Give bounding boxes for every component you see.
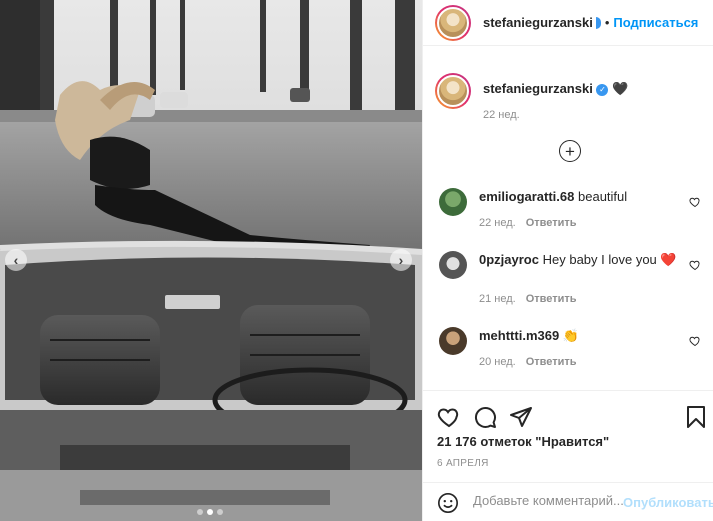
chevron-left-icon: ‹ — [13, 252, 19, 268]
carousel-dots — [197, 509, 223, 515]
plus-circle-icon: + — [565, 141, 575, 161]
comment-time: 20 нед. — [479, 356, 516, 368]
heart-icon[interactable] — [689, 196, 701, 208]
comment-icon[interactable] — [473, 405, 497, 429]
carousel-dot — [217, 509, 223, 515]
author-username[interactable]: stefaniegurzanski — [483, 15, 593, 30]
chevron-right-icon: › — [398, 252, 404, 268]
photo-illustration — [0, 0, 422, 521]
carousel-prev-button[interactable]: ‹ — [5, 249, 27, 271]
reply-button[interactable]: Ответить — [526, 293, 577, 305]
comment-avatar[interactable] — [439, 327, 467, 355]
comment-input[interactable] — [473, 493, 623, 508]
caption-text: 🖤 — [612, 81, 629, 96]
reply-button[interactable]: Ответить — [526, 356, 577, 368]
caption-username[interactable]: stefaniegurzanski — [483, 81, 593, 96]
carousel-next-button[interactable]: › — [390, 249, 412, 271]
caption-time: 22 нед. — [483, 109, 520, 121]
caption-avatar[interactable] — [435, 73, 471, 109]
comment-username[interactable]: 0pzjayroc — [479, 252, 539, 267]
comment-time: 22 нед. — [479, 217, 516, 229]
post-details-panel: stefaniegurzanski • Подписаться stefanie… — [422, 0, 713, 521]
comment-time: 21 нед. — [479, 293, 516, 305]
carousel-dot-active — [207, 509, 213, 515]
bookmark-icon[interactable] — [685, 405, 707, 429]
separator: • — [604, 15, 610, 30]
comment-username[interactable]: emiliogaratti.68 — [479, 189, 574, 204]
comment-text: beautiful — [578, 189, 628, 204]
author-avatar[interactable] — [435, 4, 471, 41]
carousel-dot — [197, 509, 203, 515]
load-more-comments-button[interactable]: + — [559, 140, 581, 162]
post-actions: 21 176 отметок "Нравится" 6 АПРЕЛЯ — [423, 390, 713, 469]
comment-avatar[interactable] — [439, 188, 467, 216]
add-comment-bar: Опубликовать — [423, 482, 713, 521]
heart-icon[interactable] — [689, 259, 701, 271]
reply-button[interactable]: Ответить — [526, 217, 577, 229]
post-header: stefaniegurzanski • Подписаться — [423, 0, 713, 46]
comment-text: Hey baby I love you ❤️ — [542, 252, 677, 267]
likes-count[interactable]: 21 176 отметок "Нравится" — [437, 434, 609, 449]
verified-badge-icon — [595, 16, 601, 29]
comment-text: 👏 — [562, 328, 580, 343]
caption: stefaniegurzanski ✓ 🖤 22 нед. — [435, 73, 628, 121]
post-date: 6 АПРЕЛЯ — [437, 458, 489, 469]
verified-badge-icon: ✓ — [596, 83, 609, 96]
comment-avatar[interactable] — [439, 251, 467, 279]
share-icon[interactable] — [509, 405, 533, 429]
heart-icon[interactable] — [437, 405, 461, 429]
comments-list[interactable]: stefaniegurzanski ✓ 🖤 22 нед. + emilioga… — [423, 47, 713, 390]
post-comment-button[interactable]: Опубликовать — [623, 495, 713, 510]
post-photo[interactable]: ‹ › — [0, 0, 422, 521]
comment-username[interactable]: mehttti.m369 — [479, 328, 559, 343]
follow-button[interactable]: Подписаться — [613, 15, 698, 30]
emoji-icon[interactable] — [437, 492, 459, 514]
heart-icon[interactable] — [689, 335, 701, 347]
